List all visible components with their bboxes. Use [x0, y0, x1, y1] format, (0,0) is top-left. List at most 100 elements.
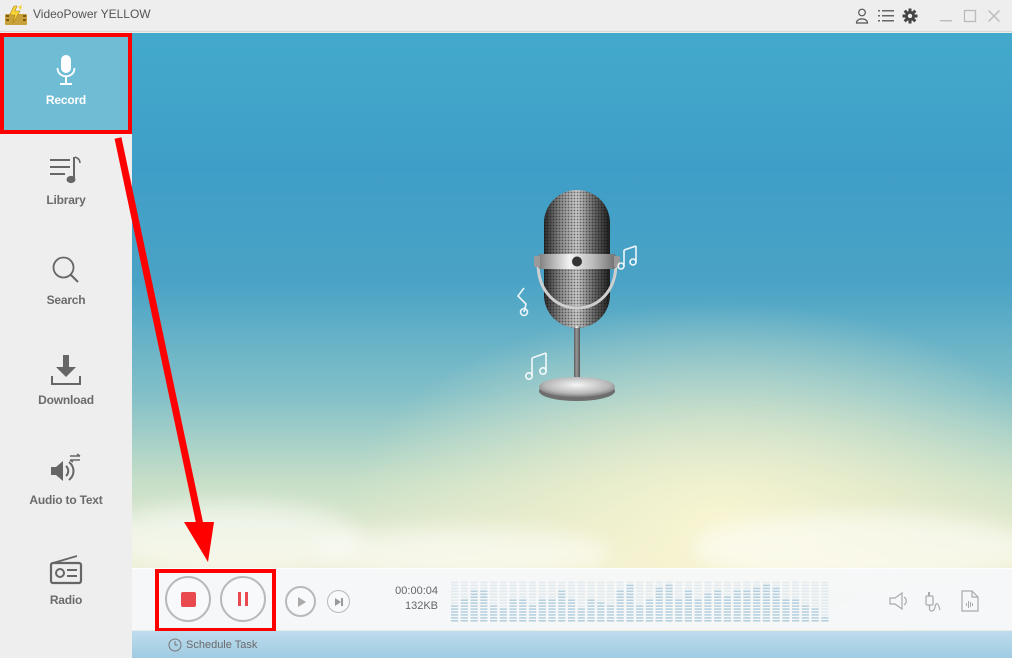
level-segment: [645, 590, 654, 593]
level-segment: [801, 605, 809, 607]
play-button[interactable]: [285, 586, 316, 617]
sidebar-item-library[interactable]: Library: [0, 133, 132, 233]
level-segment: [519, 605, 527, 607]
level-segment: [587, 614, 595, 616]
level-segment: [645, 605, 654, 607]
schedule-task-button[interactable]: Schedule Task: [168, 638, 257, 652]
level-column: [538, 581, 546, 622]
level-segment: [490, 593, 498, 596]
level-segment: [704, 611, 712, 613]
level-segment: [675, 596, 683, 598]
level-segment: [723, 590, 731, 593]
level-segment: [451, 581, 459, 584]
level-segment: [509, 587, 517, 590]
level-segment: [772, 590, 780, 593]
level-segment: [645, 614, 654, 616]
level-segment: [460, 593, 468, 596]
level-segment: [499, 596, 507, 598]
level-segment: [528, 599, 537, 601]
menu-list-icon[interactable]: [874, 4, 898, 28]
level-segment: [499, 608, 507, 610]
level-segment: [558, 587, 566, 590]
level-segment: [733, 581, 741, 584]
pause-record-button[interactable]: [220, 576, 266, 622]
level-segment: [762, 587, 770, 590]
settings-gear-icon[interactable]: [898, 4, 922, 28]
level-segment: [762, 620, 770, 622]
maximize-icon[interactable]: [958, 4, 982, 28]
level-segment: [821, 617, 829, 619]
level-segment: [606, 611, 615, 613]
minimize-icon[interactable]: [934, 4, 958, 28]
level-segment: [460, 614, 468, 616]
system-sound-icon[interactable]: [888, 589, 912, 613]
level-segment: [704, 602, 712, 604]
level-segment: [772, 611, 780, 613]
level-segment: [606, 587, 615, 590]
level-segment: [626, 593, 634, 596]
level-segment: [558, 620, 566, 622]
level-column: [558, 581, 566, 622]
level-segment: [519, 593, 527, 596]
level-segment: [567, 608, 576, 610]
level-segment: [733, 605, 741, 607]
level-segment: [616, 584, 624, 587]
level-segment: [762, 608, 770, 610]
level-segment: [645, 593, 654, 596]
sidebar-item-download[interactable]: Download: [0, 333, 132, 433]
level-segment: [743, 605, 751, 607]
level-segment: [792, 593, 800, 596]
level-segment: [538, 614, 546, 616]
level-segment: [792, 599, 800, 601]
level-segment: [782, 614, 790, 616]
level-segment: [665, 596, 673, 598]
level-segment: [801, 596, 809, 598]
level-segment: [528, 587, 537, 590]
level-segment: [714, 602, 722, 604]
level-segment: [480, 605, 488, 607]
level-segment: [577, 593, 585, 596]
level-segment: [714, 620, 722, 622]
close-icon[interactable]: [982, 4, 1006, 28]
level-segment: [655, 605, 663, 607]
user-icon[interactable]: [850, 4, 874, 28]
level-segment: [811, 584, 819, 587]
level-segment: [811, 605, 819, 607]
level-segment: [821, 584, 829, 587]
level-segment: [684, 620, 692, 622]
level-segment: [811, 614, 819, 616]
audio-file-icon[interactable]: [958, 589, 982, 613]
level-segment: [460, 608, 468, 610]
level-segment: [548, 602, 556, 604]
level-segment: [704, 605, 712, 607]
level-segment: [665, 599, 673, 601]
level-segment: [801, 611, 809, 613]
skip-next-button[interactable]: [327, 590, 350, 613]
level-segment: [558, 602, 566, 604]
level-column: [723, 581, 731, 622]
level-column: [694, 581, 702, 622]
sidebar-item-radio[interactable]: Radio: [0, 533, 132, 633]
sidebar-item-audio-to-text[interactable]: Audio to Text: [0, 433, 132, 533]
level-segment: [723, 611, 731, 613]
level-segment: [694, 608, 702, 610]
level-segment: [753, 587, 761, 590]
sidebar-item-search[interactable]: Search: [0, 233, 132, 333]
level-segment: [743, 590, 751, 593]
level-segment: [645, 602, 654, 604]
level-segment: [528, 605, 537, 607]
level-segment: [626, 581, 634, 584]
audio-input-icon[interactable]: [923, 589, 947, 613]
level-segment: [616, 617, 624, 619]
level-segment: [655, 620, 663, 622]
level-segment: [626, 620, 634, 622]
level-segment: [694, 587, 702, 590]
level-segment: [509, 605, 517, 607]
level-segment: [655, 614, 663, 616]
level-segment: [655, 590, 663, 593]
level-segment: [743, 617, 751, 619]
recorder-control-bar: 00:00:04 132KB: [132, 568, 1012, 632]
level-segment: [470, 608, 478, 610]
stop-record-button[interactable]: [165, 576, 211, 622]
sidebar-item-record[interactable]: Record: [0, 33, 132, 133]
